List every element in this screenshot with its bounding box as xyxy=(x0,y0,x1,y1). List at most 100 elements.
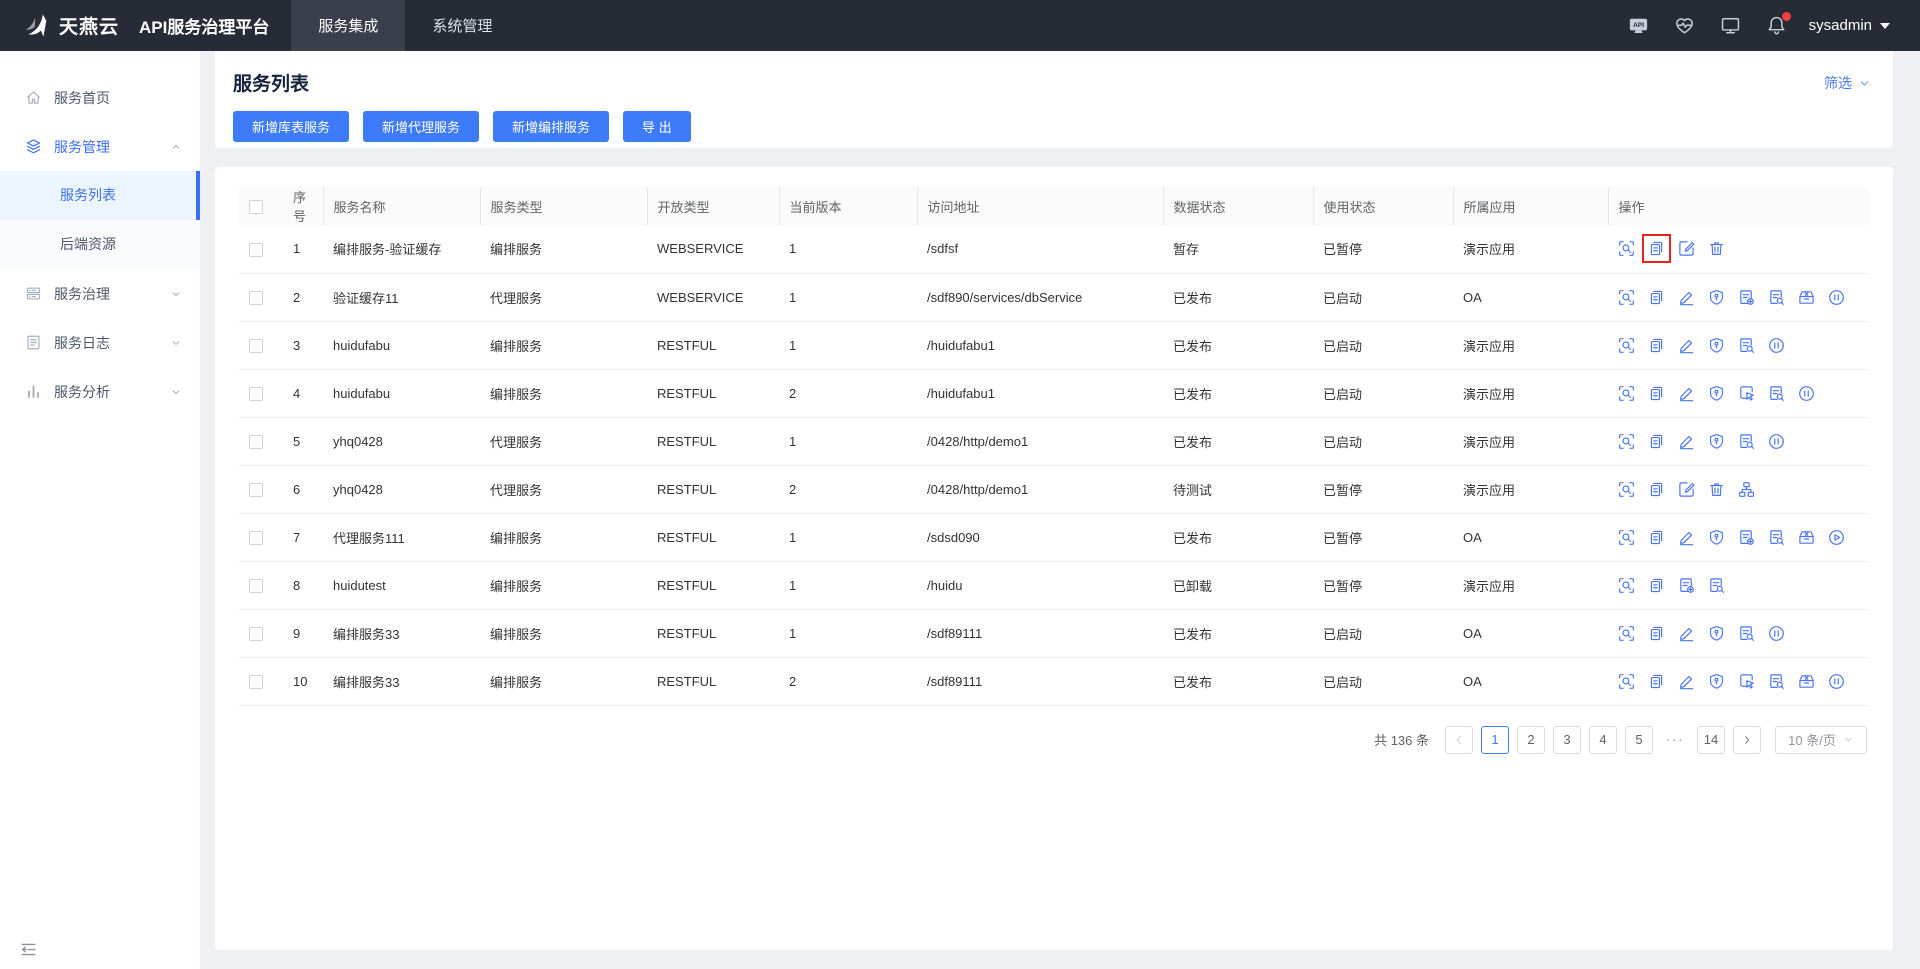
edit-square-icon[interactable] xyxy=(1678,240,1695,257)
view-icon[interactable] xyxy=(1618,337,1635,354)
row-checkbox[interactable] xyxy=(249,530,263,545)
view-icon[interactable] xyxy=(1618,385,1635,402)
toolbar-button[interactable]: 新增库表服务 xyxy=(233,111,350,142)
copy-icon[interactable] xyxy=(1648,625,1665,642)
page-button[interactable]: 1 xyxy=(1481,725,1509,754)
filter-toggle[interactable]: 筛选 xyxy=(1824,73,1871,93)
view-icon[interactable] xyxy=(1618,529,1635,546)
page-button[interactable]: 4 xyxy=(1589,725,1617,754)
copy-icon[interactable] xyxy=(1648,529,1665,546)
row-checkbox[interactable] xyxy=(249,290,263,305)
row-checkbox[interactable] xyxy=(249,386,263,401)
health-icon[interactable] xyxy=(1674,15,1695,36)
view-icon[interactable] xyxy=(1618,625,1635,642)
toolbar-button[interactable]: 新增编排服务 xyxy=(493,111,610,142)
pause-icon[interactable] xyxy=(1768,337,1785,354)
bell-icon[interactable] xyxy=(1766,12,1791,36)
row-checkbox[interactable] xyxy=(249,434,263,449)
shield-icon[interactable] xyxy=(1708,433,1725,450)
pencil-icon[interactable] xyxy=(1678,529,1695,546)
copy-icon[interactable] xyxy=(1648,673,1665,690)
sidebar-item[interactable]: 服务治理 xyxy=(0,269,200,318)
pencil-icon[interactable] xyxy=(1678,673,1695,690)
shield-icon[interactable] xyxy=(1708,289,1725,306)
view-icon[interactable] xyxy=(1618,289,1635,306)
doc-search-icon[interactable] xyxy=(1708,577,1725,594)
view-icon[interactable] xyxy=(1618,433,1635,450)
doc-search-icon[interactable] xyxy=(1738,337,1755,354)
sidebar-item[interactable]: 服务分析 xyxy=(0,367,200,416)
view-icon[interactable] xyxy=(1618,673,1635,690)
pencil-icon[interactable] xyxy=(1678,625,1695,642)
pencil-icon[interactable] xyxy=(1678,433,1695,450)
pause-icon[interactable] xyxy=(1798,385,1815,402)
pencil-icon[interactable] xyxy=(1678,385,1695,402)
copy-icon[interactable] xyxy=(1648,577,1665,594)
pause-icon[interactable] xyxy=(1768,625,1785,642)
row-checkbox[interactable] xyxy=(249,242,263,257)
sidebar-subitem[interactable]: 服务列表 xyxy=(0,171,200,220)
sidebar-item[interactable]: 服务首页 xyxy=(0,73,200,122)
page-button[interactable]: 3 xyxy=(1553,725,1581,754)
pause-icon[interactable] xyxy=(1768,433,1785,450)
sidebar-item[interactable]: 服务管理 xyxy=(0,122,200,171)
top-tab[interactable]: 系统管理 xyxy=(405,0,519,51)
box-x-icon[interactable] xyxy=(1798,289,1815,306)
pause-icon[interactable] xyxy=(1828,289,1845,306)
edit-square-icon[interactable] xyxy=(1678,481,1695,498)
doc-search-icon[interactable] xyxy=(1768,529,1785,546)
shield-icon[interactable] xyxy=(1708,625,1725,642)
copy-icon[interactable] xyxy=(1648,433,1665,450)
toolbar-button[interactable]: 新增代理服务 xyxy=(363,111,480,142)
next-page-button[interactable] xyxy=(1733,725,1761,754)
trash-icon[interactable] xyxy=(1708,481,1725,498)
page-size-select[interactable]: 10 条/页 xyxy=(1775,725,1867,754)
doc-search-icon[interactable] xyxy=(1768,385,1785,402)
row-checkbox[interactable] xyxy=(249,674,263,689)
view-icon[interactable] xyxy=(1618,577,1635,594)
doc-search-icon[interactable] xyxy=(1738,625,1755,642)
row-checkbox[interactable] xyxy=(249,578,263,593)
doc-search-icon[interactable] xyxy=(1768,673,1785,690)
row-checkbox[interactable] xyxy=(249,626,263,641)
shield-icon[interactable] xyxy=(1708,529,1725,546)
sidebar-subitem[interactable]: 后端资源 xyxy=(0,220,200,269)
play-icon[interactable] xyxy=(1828,529,1845,546)
sitemap-icon[interactable] xyxy=(1738,481,1755,498)
copy-icon[interactable] xyxy=(1642,234,1671,264)
doc-plus-icon[interactable] xyxy=(1738,289,1755,306)
view-icon[interactable] xyxy=(1618,481,1635,498)
doc-cursor-icon[interactable] xyxy=(1738,385,1755,402)
pencil-icon[interactable] xyxy=(1678,289,1695,306)
doc-plus-icon[interactable] xyxy=(1678,577,1695,594)
view-icon[interactable] xyxy=(1618,240,1635,257)
row-checkbox[interactable] xyxy=(249,338,263,353)
box-x-icon[interactable] xyxy=(1798,673,1815,690)
top-tab[interactable]: 服务集成 xyxy=(291,0,406,51)
pause-icon[interactable] xyxy=(1828,673,1845,690)
select-all-checkbox[interactable] xyxy=(249,199,263,214)
monitor-icon[interactable] xyxy=(1720,15,1741,36)
shield-icon[interactable] xyxy=(1708,385,1725,402)
copy-icon[interactable] xyxy=(1648,337,1665,354)
doc-cursor-icon[interactable] xyxy=(1738,673,1755,690)
copy-icon[interactable] xyxy=(1648,289,1665,306)
user-menu[interactable]: sysadmin xyxy=(1809,17,1890,34)
sidebar-item[interactable]: 服务日志 xyxy=(0,318,200,367)
page-button[interactable]: 5 xyxy=(1625,725,1653,754)
trash-icon[interactable] xyxy=(1708,240,1725,257)
collapse-menu-icon[interactable] xyxy=(19,940,38,959)
page-button[interactable]: 14 xyxy=(1697,725,1725,754)
doc-search-icon[interactable] xyxy=(1768,289,1785,306)
toolbar-button[interactable]: 导 出 xyxy=(623,111,691,142)
prev-page-button[interactable] xyxy=(1445,725,1473,754)
box-x-icon[interactable] xyxy=(1798,529,1815,546)
pencil-icon[interactable] xyxy=(1678,337,1695,354)
copy-icon[interactable] xyxy=(1648,481,1665,498)
copy-icon[interactable] xyxy=(1648,385,1665,402)
row-checkbox[interactable] xyxy=(249,482,263,497)
doc-search-icon[interactable] xyxy=(1738,433,1755,450)
api-badge-icon[interactable] xyxy=(1628,15,1649,36)
doc-plus-icon[interactable] xyxy=(1738,529,1755,546)
page-button[interactable]: 2 xyxy=(1517,725,1545,754)
